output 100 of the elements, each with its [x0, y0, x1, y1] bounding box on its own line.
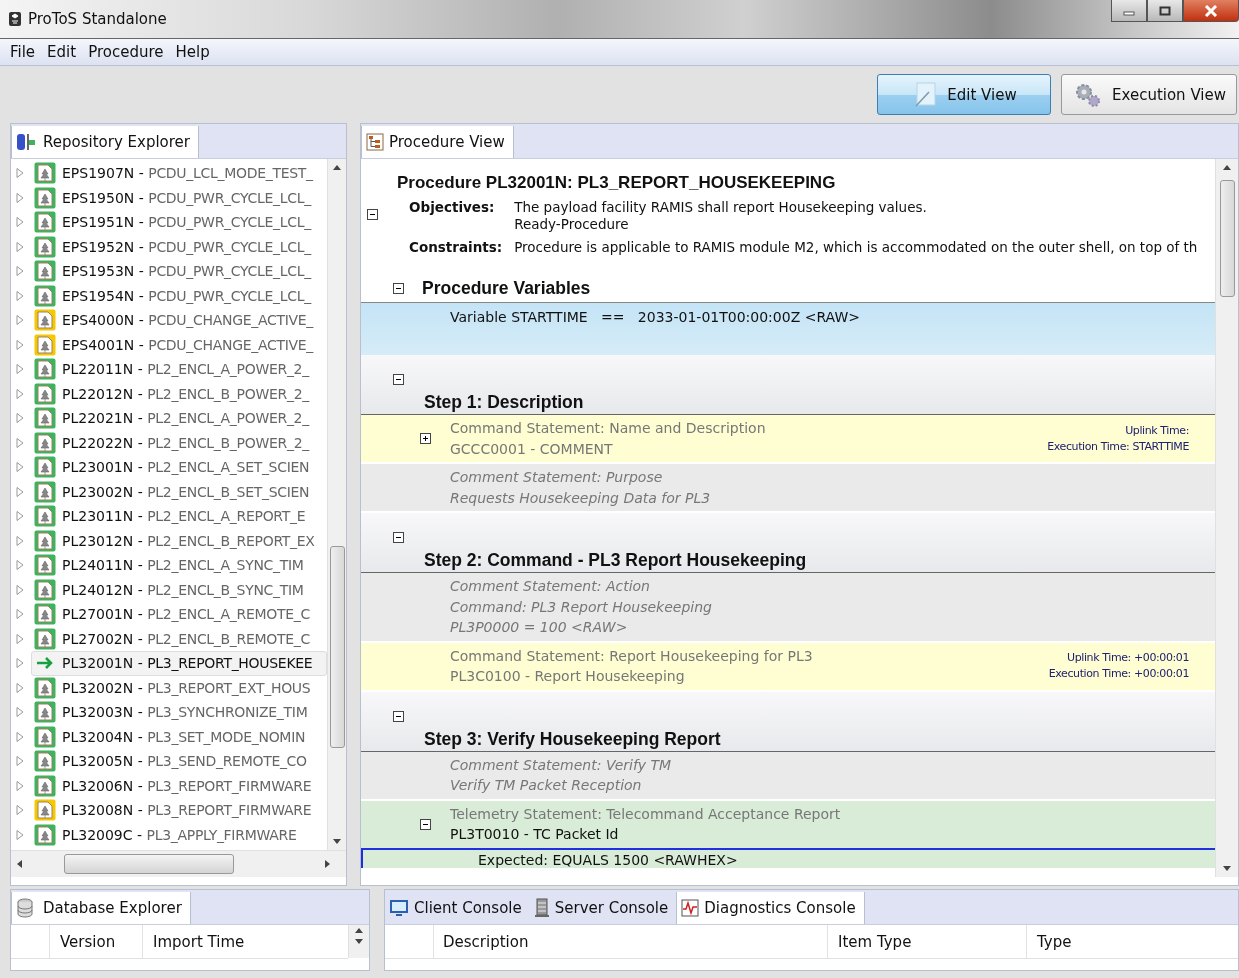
repository-item[interactable]: PL24011N - PL2_ENCL_A_SYNC_TIM: [31, 552, 327, 578]
expand-arrow-icon[interactable]: [15, 338, 25, 351]
telemetry-statement-row[interactable]: Telemetry Statement: Telecommand Acceptance Report PL3T0010 - TC Packet Id Expected: EQUALS 1500 <RAWHEX>: [361, 800, 1215, 870]
document-icon: [34, 431, 56, 454]
repository-item[interactable]: PL32004N - PL3_SET_MODE_NOMIN: [31, 724, 327, 750]
expand-arrow-icon[interactable]: [15, 216, 25, 229]
repository-item[interactable]: PL32001N - PL3_REPORT_HOUSEKEE: [31, 650, 327, 676]
expand-arrow-icon[interactable]: [15, 583, 25, 596]
command-statement-row[interactable]: Command Statement: Name and Description GCCC0001 - COMMENT Uplink Time: Execution Time: STARTTIME: [361, 415, 1215, 464]
vertical-scrollbar[interactable]: [348, 925, 369, 958]
expand-arrow-icon[interactable]: [15, 412, 25, 425]
repository-item[interactable]: PL22011N - PL2_ENCL_A_POWER_2_: [31, 356, 327, 382]
pencil-icon: [913, 81, 938, 108]
objective-text: Ready-Procedure: [514, 216, 630, 233]
comment-statement-row[interactable]: Comment Statement: Verify TM Verify TM Packet Reception: [361, 751, 1215, 801]
repository-item[interactable]: EPS1907N - PCDU_LCL_MODE_TEST_: [31, 160, 327, 186]
repository-item[interactable]: EPS4000N - PCDU_CHANGE_ACTIVE_: [31, 307, 327, 333]
expand-arrow-icon[interactable]: [15, 608, 25, 621]
repository-item[interactable]: PL24012N - PL2_ENCL_B_SYNC_TIM: [31, 577, 327, 603]
menu-item[interactable]: Help: [171, 43, 218, 61]
expand-arrow-icon[interactable]: [15, 314, 25, 327]
horizontal-scrollbar[interactable]: [11, 850, 346, 877]
tree-icon: [366, 133, 384, 151]
repository-item[interactable]: EPS1951N - PCDU_PWR_CYCLE_LCL_: [31, 209, 327, 235]
expand-arrow-icon[interactable]: [15, 559, 25, 572]
repository-item[interactable]: EPS4001N - PCDU_CHANGE_ACTIVE_: [31, 332, 327, 358]
comment-statement-row[interactable]: Comment Statement: Purpose Requests Housekeeping Data for PL3: [361, 464, 1215, 513]
close-button[interactable]: [1183, 0, 1239, 22]
database-tab[interactable]: Database Explorer: [11, 892, 191, 924]
column-header[interactable]: Version: [49, 925, 142, 958]
expand-arrow-icon[interactable]: [15, 730, 25, 743]
repository-item[interactable]: PL32006N - PL3_REPORT_FIRMWARE: [31, 773, 327, 799]
repository-tab[interactable]: Repository Explorer: [11, 126, 199, 158]
document-icon: [34, 603, 56, 626]
maximize-button[interactable]: [1147, 0, 1183, 22]
column-header[interactable]: Item Type: [827, 925, 1026, 958]
expand-icon[interactable]: [420, 433, 431, 444]
view-button[interactable]: Execution View: [1061, 74, 1237, 115]
minimize-button[interactable]: [1111, 0, 1147, 22]
repository-item[interactable]: PL32002N - PL3_REPORT_EXT_HOUS: [31, 675, 327, 701]
collapse-icon[interactable]: [367, 209, 378, 220]
repository-item[interactable]: EPS1954N - PCDU_PWR_CYCLE_LCL_: [31, 283, 327, 309]
repository-item[interactable]: EPS1953N - PCDU_PWR_CYCLE_LCL_: [31, 258, 327, 284]
view-button[interactable]: Edit View: [877, 74, 1051, 115]
column-header[interactable]: Type: [1026, 925, 1238, 958]
monitor-icon: [389, 899, 409, 917]
vertical-scrollbar[interactable]: [1215, 159, 1238, 877]
expand-arrow-icon[interactable]: [15, 534, 25, 547]
command-statement-row[interactable]: Command Statement: Report Housekeeping for PL3 PL3C0100 - Report Housekeeping Uplink Time: +00:00:01 Execution Time: +00:00:01: [361, 642, 1215, 692]
repository-item[interactable]: PL27002N - PL2_ENCL_B_REMOTE_C: [31, 626, 327, 652]
expand-arrow-icon[interactable]: [15, 755, 25, 768]
document-icon: [34, 407, 56, 430]
expand-arrow-icon[interactable]: [15, 289, 25, 302]
comment-statement-row[interactable]: Comment Statement: Action Command: PL3 Report Housekeeping PL3P0000 = 100 <RAW>: [361, 573, 1215, 643]
procedure-view-tab[interactable]: Procedure View: [361, 126, 514, 158]
expand-arrow-icon[interactable]: [15, 632, 25, 645]
expand-arrow-icon[interactable]: [15, 265, 25, 278]
expand-arrow-icon[interactable]: [15, 706, 25, 719]
expand-arrow-icon[interactable]: [15, 363, 25, 376]
column-header[interactable]: Description: [433, 925, 827, 958]
step-heading: Step 1: Description: [424, 392, 584, 413]
expand-arrow-icon[interactable]: [15, 804, 25, 817]
repository-item[interactable]: PL23002N - PL2_ENCL_B_SET_SCIEN: [31, 479, 327, 505]
menu-item[interactable]: File: [6, 43, 44, 61]
expand-arrow-icon[interactable]: [15, 681, 25, 694]
repository-item[interactable]: EPS1952N - PCDU_PWR_CYCLE_LCL_: [31, 234, 327, 260]
expand-arrow-icon[interactable]: [15, 657, 25, 670]
repository-item[interactable]: PL23001N - PL2_ENCL_A_SET_SCIEN: [31, 454, 327, 480]
collapse-icon[interactable]: [393, 710, 404, 722]
console-tab[interactable]: Diagnostics Console: [676, 892, 865, 924]
repository-item[interactable]: PL22021N - PL2_ENCL_A_POWER_2_: [31, 405, 327, 431]
repository-item[interactable]: PL22012N - PL2_ENCL_B_POWER_2_: [31, 381, 327, 407]
expand-arrow-icon[interactable]: [15, 240, 25, 253]
collapse-icon[interactable]: [393, 374, 404, 385]
expand-arrow-icon[interactable]: [15, 510, 25, 523]
menu-item[interactable]: Procedure: [84, 43, 172, 61]
collapse-icon[interactable]: [420, 818, 431, 830]
menu-item[interactable]: Edit: [43, 43, 85, 61]
statement-text: Telemetry Statement: Telecommand Acceptance Report: [450, 804, 842, 824]
repository-item[interactable]: PL23011N - PL2_ENCL_A_REPORT_E: [31, 503, 327, 529]
expand-arrow-icon[interactable]: [15, 436, 25, 449]
expand-arrow-icon[interactable]: [15, 167, 25, 180]
expand-arrow-icon[interactable]: [15, 461, 25, 474]
expand-arrow-icon[interactable]: [15, 828, 25, 841]
repository-item[interactable]: PL32009C - PL3_APPLY_FIRMWARE: [31, 822, 327, 848]
repository-item[interactable]: PL32003N - PL3_SYNCHRONIZE_TIM: [31, 699, 327, 725]
repository-item[interactable]: PL23012N - PL2_ENCL_B_REPORT_EX: [31, 528, 327, 554]
repository-item[interactable]: PL32005N - PL3_SEND_REMOTE_CO: [31, 748, 327, 774]
repository-item[interactable]: PL32008N - PL3_REPORT_FIRMWARE: [31, 797, 327, 823]
expand-arrow-icon[interactable]: [15, 485, 25, 498]
expand-arrow-icon[interactable]: [15, 779, 25, 792]
repository-item[interactable]: PL22022N - PL2_ENCL_B_POWER_2_: [31, 430, 327, 456]
expand-arrow-icon[interactable]: [15, 387, 25, 400]
repository-item[interactable]: EPS1950N - PCDU_PWR_CYCLE_LCL_: [31, 185, 327, 211]
repository-item[interactable]: PL27001N - PL2_ENCL_A_REMOTE_C: [31, 601, 327, 627]
collapse-icon[interactable]: [393, 282, 404, 294]
vertical-scrollbar[interactable]: [327, 159, 346, 850]
collapse-icon[interactable]: [393, 532, 404, 543]
document-icon: [34, 505, 56, 528]
expand-arrow-icon[interactable]: [15, 191, 25, 204]
